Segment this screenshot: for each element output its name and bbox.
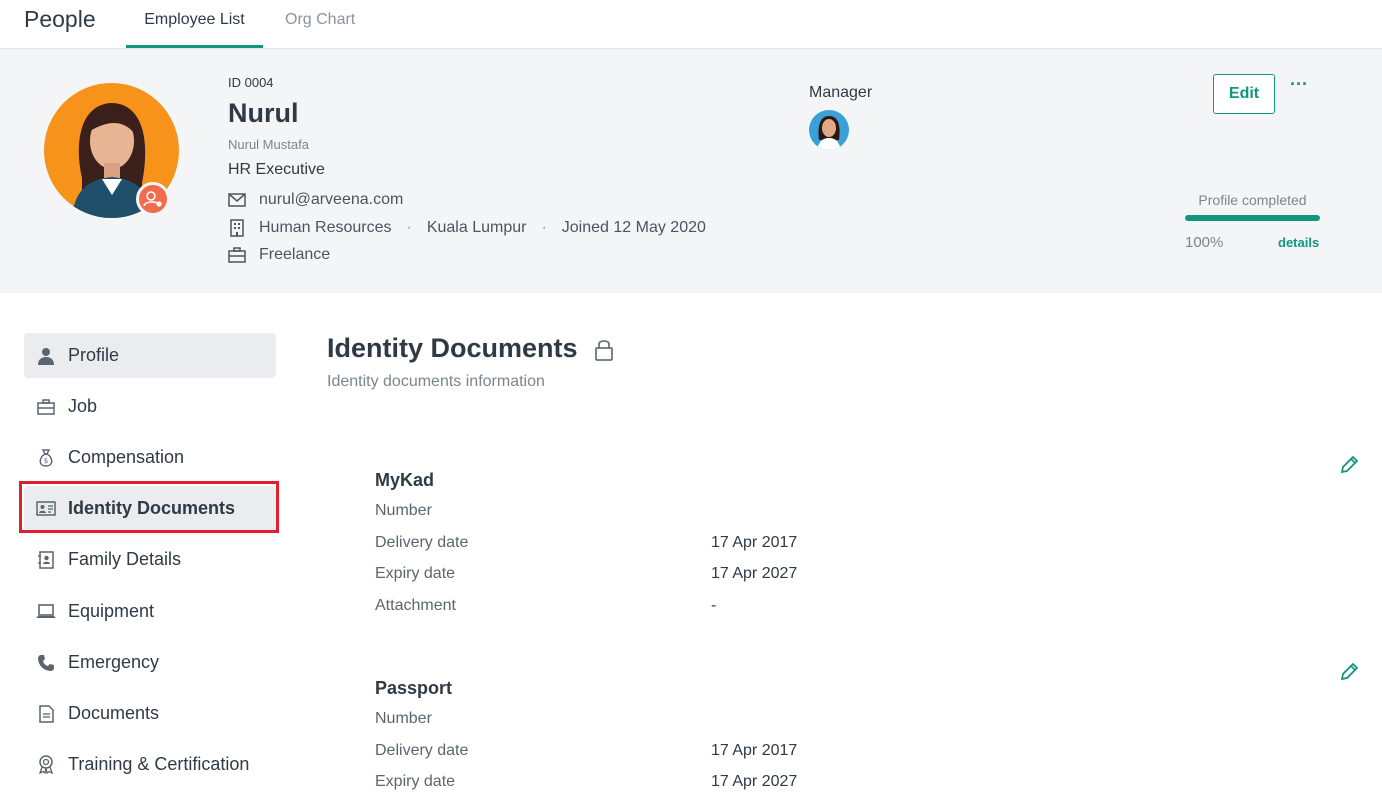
sidebar-item-label: Equipment (68, 601, 155, 621)
field-label: Number (375, 710, 432, 727)
more-options-icon[interactable]: ··· (1289, 75, 1309, 97)
document-icon (36, 704, 56, 724)
sidebar-item-label: Emergency (68, 652, 160, 672)
field-value: 17 Apr 2017 (711, 742, 798, 759)
sidebar-item-emergency[interactable]: Emergency (24, 640, 276, 685)
sidebar-item-label: Profile (68, 345, 120, 365)
svg-text:$: $ (44, 457, 48, 465)
award-icon (36, 755, 56, 775)
briefcase-icon (228, 246, 246, 264)
profile-progress-value: 100% (1185, 234, 1224, 251)
employee-location: Kuala Lumpur (426, 219, 527, 236)
pencil-icon[interactable] (1339, 662, 1359, 682)
top-bar: People Employee List Org Chart (0, 0, 1382, 49)
page-title: Identity Documents (327, 333, 578, 363)
envelope-icon (228, 191, 246, 209)
sidebar-item-documents[interactable]: Documents (24, 691, 276, 736)
money-bag-icon: $ (36, 448, 56, 468)
employee-header: ID 0004 Nurul Nurul Mustafa HR Executive… (0, 49, 1382, 293)
field-label: Expiry date (375, 565, 456, 582)
field-value: 17 Apr 2027 (711, 565, 798, 582)
tab-employee-list[interactable]: Employee List (126, 0, 263, 48)
manager-avatar[interactable] (809, 110, 849, 150)
sidebar-item-compensation[interactable]: $ Compensation (24, 435, 276, 480)
sidebar-item-label: Compensation (68, 447, 185, 467)
laptop-icon (36, 602, 56, 622)
field-label: Expiry date (375, 773, 456, 790)
sidebar-item-equipment[interactable]: Equipment (24, 589, 276, 634)
sidebar-item-label: Training & Certification (68, 754, 250, 774)
sidebar-item-label: Documents (68, 703, 160, 723)
employee-job-title: HR Executive (228, 161, 325, 178)
profile-details-link[interactable]: details (1278, 235, 1319, 250)
field-label: Delivery date (375, 742, 469, 759)
field-value: 17 Apr 2027 (711, 773, 798, 790)
employment-type-row: Freelance (228, 246, 330, 264)
app-title: People (24, 6, 96, 32)
employment-type: Freelance (259, 246, 331, 263)
sidebar-item-family-details[interactable]: Family Details (24, 537, 276, 582)
field-label: Number (375, 502, 432, 519)
sidebar-item-profile[interactable]: Profile (24, 333, 276, 378)
page-subtitle: Identity documents information (327, 373, 545, 390)
field-value: 17 Apr 2017 (711, 534, 798, 551)
sidebar-item-label: Job (68, 396, 98, 416)
user-settings-badge-icon[interactable] (136, 182, 170, 216)
employee-department: Human Resources (259, 219, 392, 236)
document-title: MyKad (375, 470, 435, 490)
profile-progress-bar (1185, 215, 1320, 221)
sidebar-item-label: Family Details (68, 549, 182, 569)
tab-org-chart[interactable]: Org Chart (285, 0, 355, 48)
profile-completed-label: Profile completed (1198, 192, 1307, 208)
department-row: Human Resources · Kuala Lumpur · Joined … (228, 219, 706, 237)
email-row: nurul@arveena.com (228, 191, 403, 209)
person-icon (36, 346, 56, 366)
pencil-icon[interactable] (1339, 455, 1359, 475)
field-value: - (711, 597, 717, 614)
separator: · (406, 219, 412, 236)
contact-book-icon (36, 550, 56, 570)
field-label: Attachment (375, 597, 456, 614)
manager-label: Manager (809, 84, 873, 101)
separator: · (541, 219, 547, 236)
edit-button[interactable]: Edit (1213, 74, 1275, 114)
field-label: Delivery date (375, 534, 469, 551)
employee-id: ID 0004 (228, 75, 274, 90)
employee-joined-date: Joined 12 May 2020 (561, 219, 706, 236)
lock-icon (594, 338, 614, 367)
profile-progress-fill (1185, 215, 1320, 221)
building-icon (228, 219, 246, 237)
employee-email[interactable]: nurul@arveena.com (259, 191, 403, 209)
phone-icon (36, 653, 56, 673)
document-title: Passport (375, 678, 453, 698)
briefcase-icon (36, 397, 56, 417)
employee-full-name: Nurul Mustafa (228, 137, 309, 152)
selection-highlight (19, 481, 279, 533)
employee-name: Nurul (228, 98, 299, 128)
sidebar-item-job[interactable]: Job (24, 384, 276, 429)
sidebar-item-training-certification[interactable]: Training & Certification (24, 742, 276, 787)
